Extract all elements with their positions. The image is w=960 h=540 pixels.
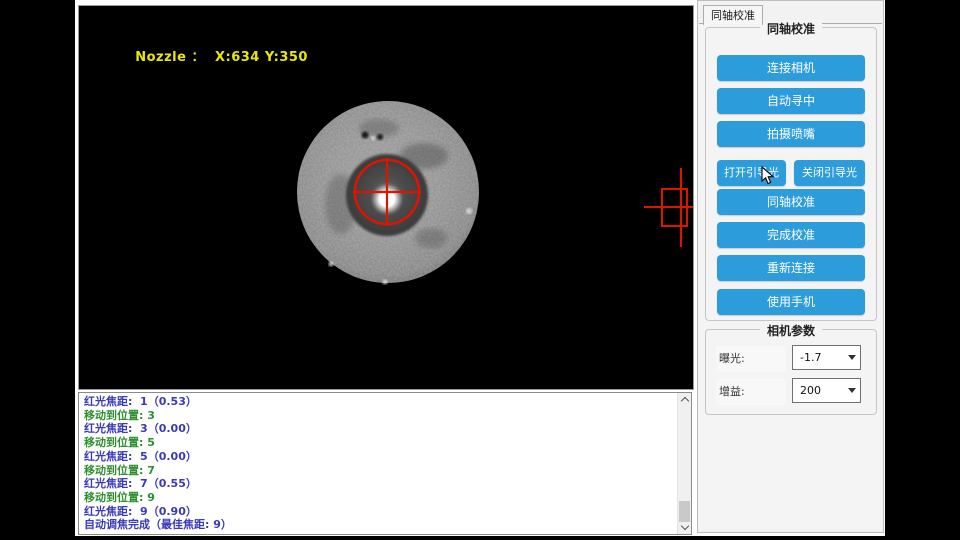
tab-coaxial-calibration[interactable]: 同轴校准 <box>703 5 763 25</box>
app-window: Nozzle ： X:634 Y:350 红光焦距: 1（0.53） 移动到位置:… <box>75 0 885 536</box>
calibration-group-title: 同轴校准 <box>760 20 822 37</box>
auto-center-button[interactable]: 自动寻中 <box>717 88 865 114</box>
log-line: 移动到位置: 7 <box>84 464 675 478</box>
control-panel: 同轴校准 同轴校准 连接相机 自动寻中 拍摄喷嘴 打开引导光 关闭引导光 同轴校… <box>697 0 884 533</box>
letterbox-background: Nozzle ： X:634 Y:350 红光焦距: 1（0.53） 移动到位置:… <box>0 0 960 540</box>
nozzle-position-readout: Nozzle ： X:634 Y:350 <box>95 31 308 80</box>
camera-view: Nozzle ： X:634 Y:350 <box>78 5 694 390</box>
dropdown-arrow-icon <box>848 388 856 393</box>
camera-params-group: 相机参数 曝光: -1.7 增益: 200 <box>705 329 877 415</box>
mouse-cursor-icon <box>761 166 775 185</box>
dropdown-arrow-icon <box>848 355 856 360</box>
exposure-value: -1.7 <box>800 346 821 369</box>
chevron-up-icon <box>680 397 688 405</box>
log-line: 自动调焦完成（最佳焦距: 9） <box>84 518 675 532</box>
open-guide-light-button[interactable]: 打开引导光 <box>717 160 786 186</box>
shoot-nozzle-button[interactable]: 拍摄喷嘴 <box>717 121 865 147</box>
nozzle-label: Nozzle ： <box>135 50 205 65</box>
log-line: 移动到位置: 5 <box>84 436 675 450</box>
log-line: 红光焦距: 1（0.53） <box>84 395 675 409</box>
scroll-up-button[interactable] <box>678 393 691 407</box>
log-line: 移动到位置: 9 <box>84 491 675 505</box>
log-output[interactable]: 红光焦距: 1（0.53） 移动到位置: 3 红光焦距: 3（0.00） 移动到… <box>78 392 692 535</box>
log-scrollbar[interactable] <box>677 393 691 534</box>
log-lines: 红光焦距: 1（0.53） 移动到位置: 3 红光焦距: 3（0.00） 移动到… <box>84 395 675 532</box>
finish-calibrate-button[interactable]: 完成校准 <box>717 222 865 248</box>
coaxial-calibrate-button[interactable]: 同轴校准 <box>717 189 865 215</box>
gain-value: 200 <box>800 379 821 402</box>
use-phone-button[interactable]: 使用手机 <box>717 289 865 315</box>
close-guide-light-button[interactable]: 关闭引导光 <box>794 160 865 186</box>
log-line: 移动到位置: 3 <box>84 409 675 423</box>
exposure-label: 曝光: <box>716 346 786 372</box>
tab-page: 同轴校准 连接相机 自动寻中 拍摄喷嘴 打开引导光 关闭引导光 同轴校准 完成校… <box>699 23 882 531</box>
scroll-down-button[interactable] <box>678 520 691 534</box>
chevron-down-icon <box>680 522 688 530</box>
nozzle-coordinates: X:634 Y:350 <box>215 50 308 65</box>
calibration-group: 同轴校准 连接相机 自动寻中 拍摄喷嘴 打开引导光 关闭引导光 同轴校准 完成校… <box>705 27 877 321</box>
gain-select[interactable]: 200 <box>792 378 861 403</box>
reconnect-button[interactable]: 重新连接 <box>717 255 865 281</box>
exposure-dropdown-button[interactable] <box>844 346 860 369</box>
exposure-select[interactable]: -1.7 <box>792 345 861 370</box>
log-line: 红光焦距: 7（0.55） <box>84 477 675 491</box>
scrollbar-thumb[interactable] <box>679 501 690 522</box>
log-line: 红光焦距: 5（0.00） <box>84 450 675 464</box>
gain-dropdown-button[interactable] <box>844 379 860 402</box>
connect-camera-button[interactable]: 连接相机 <box>717 55 865 81</box>
log-line: 红光焦距: 9（0.90） <box>84 505 675 519</box>
camera-params-group-title: 相机参数 <box>760 322 822 339</box>
gain-label: 增益: <box>716 379 786 405</box>
log-line: 红光焦距: 3（0.00） <box>84 422 675 436</box>
